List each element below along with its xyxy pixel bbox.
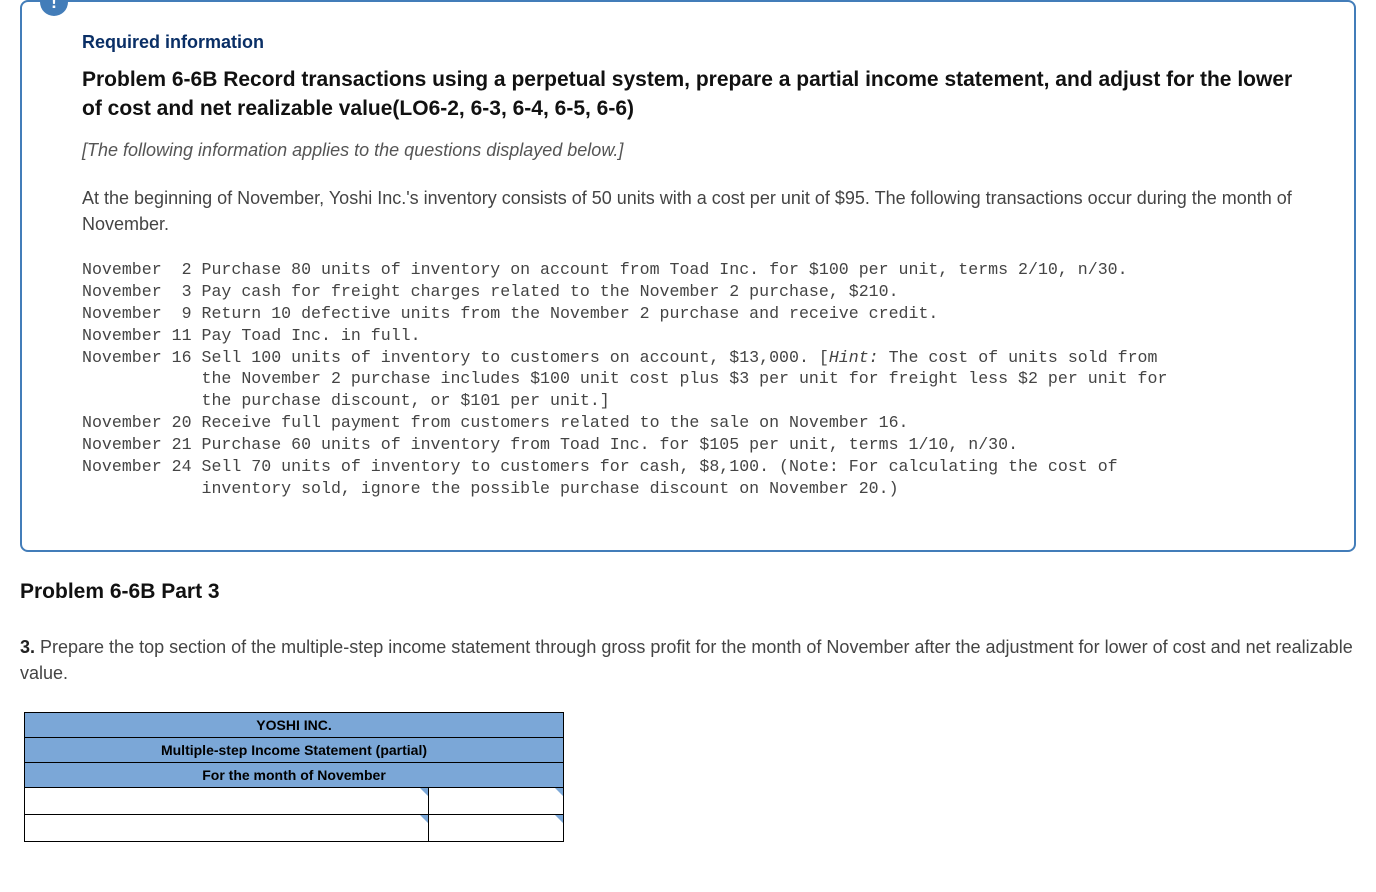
income-statement-table: YOSHI INC. Multiple-step Income Statemen… [24,712,564,842]
exclamation-icon: ! [51,0,57,11]
instruction-text: [The following information applies to th… [82,140,1294,161]
problem-title: Problem 6-6B Record transactions using a… [82,65,1294,124]
table-header-statement: Multiple-step Income Statement (partial) [25,737,564,762]
dropdown-indicator-icon [420,815,428,823]
label-cell[interactable] [25,814,429,841]
table-row [25,814,564,841]
label-cell[interactable] [25,787,429,814]
transaction-list: November 2 Purchase 80 units of inventor… [82,259,1294,500]
dropdown-indicator-icon [555,788,563,796]
intro-paragraph: At the beginning of November, Yoshi Inc.… [82,185,1294,237]
dropdown-indicator-icon [555,815,563,823]
required-information-heading: Required information [82,32,1294,53]
part-title: Problem 6-6B Part 3 [20,580,1356,604]
table-row [25,787,564,814]
dropdown-indicator-icon [420,788,428,796]
question-number: 3. [20,637,35,657]
info-badge: ! [40,0,68,16]
table-header-period: For the month of November [25,762,564,787]
amount-cell[interactable] [429,787,564,814]
amount-cell[interactable] [429,814,564,841]
question-text: 3. Prepare the top section of the multip… [20,634,1356,686]
table-header-company: YOSHI INC. [25,712,564,737]
required-information-panel: ! Required information Problem 6-6B Reco… [20,0,1356,552]
